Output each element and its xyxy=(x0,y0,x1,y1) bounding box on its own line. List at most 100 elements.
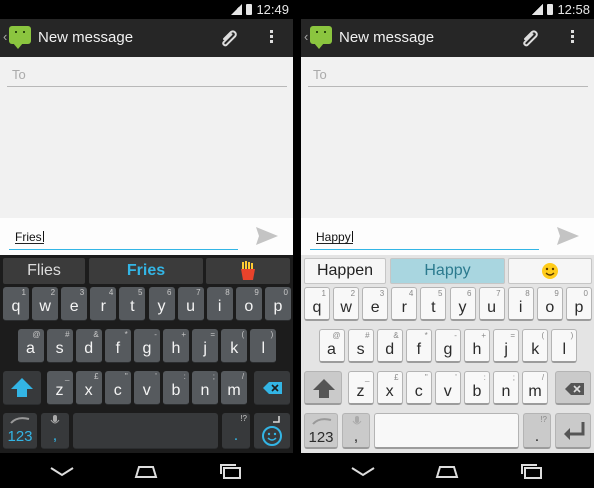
key-t[interactable]: 5t xyxy=(119,287,146,321)
key-h[interactable]: + h xyxy=(163,329,189,363)
key-d[interactable]: & d xyxy=(376,329,403,363)
space-key[interactable] xyxy=(73,413,218,449)
message-input[interactable]: Fries xyxy=(9,222,238,250)
emoji-key[interactable] xyxy=(254,413,290,449)
suggestion-emoji[interactable] xyxy=(508,258,592,284)
key-y[interactable]: 6y xyxy=(148,287,175,321)
key-r[interactable]: 4r xyxy=(391,287,418,321)
symbols-key[interactable]: 123 xyxy=(3,413,37,449)
shift-key[interactable] xyxy=(3,371,41,405)
key-e[interactable]: 3e xyxy=(362,287,389,321)
backspace-icon xyxy=(565,383,584,395)
suggestion-1[interactable]: Happen xyxy=(304,258,386,284)
key-j[interactable]: = j xyxy=(493,329,520,363)
suggestion-2-selected[interactable]: Happy xyxy=(390,258,505,284)
key-l[interactable]: ) l xyxy=(250,329,277,363)
nav-back-icon[interactable] xyxy=(347,462,379,480)
key-x[interactable]: £ x xyxy=(376,371,403,405)
key-j[interactable]: = j xyxy=(192,329,219,363)
key-k[interactable]: (k xyxy=(522,329,549,363)
to-field[interactable]: To xyxy=(308,67,588,87)
key-e[interactable]: 3e xyxy=(61,287,88,321)
key-s[interactable]: # s xyxy=(46,329,73,363)
key-p[interactable]: 0p xyxy=(565,287,592,321)
period-key[interactable]: !?. xyxy=(523,413,551,449)
messaging-app-icon[interactable] xyxy=(9,26,31,49)
key-label: p xyxy=(574,299,584,316)
key-l[interactable]: ) l xyxy=(551,329,578,363)
key-b[interactable]: :b xyxy=(463,371,490,405)
key-f[interactable]: * f xyxy=(405,329,432,363)
key-o[interactable]: 9o xyxy=(235,287,262,321)
key-f[interactable]: * f xyxy=(104,329,131,363)
key-h[interactable]: + h xyxy=(464,329,490,363)
key-n[interactable]: ; n xyxy=(192,371,218,405)
message-input[interactable]: Happy xyxy=(310,222,539,250)
key-o[interactable]: 9o xyxy=(536,287,563,321)
shift-key[interactable] xyxy=(304,371,342,405)
period-key[interactable]: !?. xyxy=(222,413,250,449)
attach-paperclip-icon[interactable] xyxy=(217,26,241,50)
key-m[interactable]: / m xyxy=(221,371,248,405)
key-s[interactable]: # s xyxy=(347,329,374,363)
key-g[interactable]: -g xyxy=(434,329,461,363)
key-i[interactable]: 8i xyxy=(507,287,534,321)
to-placeholder: To xyxy=(313,67,327,82)
send-icon[interactable] xyxy=(255,226,279,246)
key-c[interactable]: " c xyxy=(405,371,432,405)
key-z[interactable]: _ z xyxy=(347,371,374,405)
key-w[interactable]: 2w xyxy=(333,287,360,321)
key-a[interactable]: @ a xyxy=(17,329,44,363)
key-a[interactable]: @ a xyxy=(318,329,345,363)
compose-text: Happy xyxy=(316,230,351,244)
overflow-menu-icon[interactable] xyxy=(262,28,280,48)
attach-paperclip-icon[interactable] xyxy=(518,26,542,50)
messaging-app-icon[interactable] xyxy=(310,26,332,49)
key-hint: 8 xyxy=(525,289,530,298)
nav-home-icon[interactable] xyxy=(431,462,463,480)
space-key[interactable] xyxy=(374,413,519,449)
send-icon[interactable] xyxy=(556,226,580,246)
key-c[interactable]: " c xyxy=(104,371,131,405)
key-q[interactable]: 1q xyxy=(304,287,330,321)
comma-key[interactable]: , xyxy=(41,413,69,449)
key-g[interactable]: -g xyxy=(133,329,160,363)
key-y[interactable]: 6y xyxy=(449,287,476,321)
to-field[interactable]: To xyxy=(7,67,287,87)
backspace-key[interactable] xyxy=(254,371,290,405)
key-p[interactable]: 0p xyxy=(264,287,291,321)
key-u[interactable]: 7u xyxy=(478,287,505,321)
key-w[interactable]: 2w xyxy=(32,287,59,321)
key-z[interactable]: _ z xyxy=(46,371,73,405)
nav-back-icon[interactable] xyxy=(46,462,78,480)
back-chevron-icon[interactable]: ‹ xyxy=(3,29,7,44)
key-d[interactable]: & d xyxy=(75,329,102,363)
key-v[interactable]: ' v xyxy=(133,371,160,405)
back-chevron-icon[interactable]: ‹ xyxy=(304,29,308,44)
key-r[interactable]: 4r xyxy=(90,287,117,321)
key-hint: 7 xyxy=(196,288,201,297)
key-m[interactable]: / m xyxy=(522,371,549,405)
enter-key[interactable] xyxy=(555,413,591,449)
key-label: w xyxy=(340,299,352,316)
key-u[interactable]: 7u xyxy=(177,287,204,321)
nav-home-icon[interactable] xyxy=(130,462,162,480)
comma-label: , xyxy=(52,427,58,444)
nav-recents-icon[interactable] xyxy=(215,462,247,480)
suggestion-emoji[interactable] xyxy=(206,258,290,284)
key-t[interactable]: 5t xyxy=(420,287,447,321)
nav-recents-icon[interactable] xyxy=(516,462,548,480)
symbols-key[interactable]: 123 xyxy=(304,413,338,449)
key-q[interactable]: 1q xyxy=(3,287,29,321)
suggestion-1[interactable]: Flies xyxy=(3,258,85,284)
key-k[interactable]: (k xyxy=(221,329,248,363)
comma-key[interactable]: , xyxy=(342,413,370,449)
overflow-menu-icon[interactable] xyxy=(563,28,581,48)
backspace-key[interactable] xyxy=(555,371,591,405)
key-b[interactable]: :b xyxy=(162,371,189,405)
key-v[interactable]: ' v xyxy=(434,371,461,405)
key-n[interactable]: ; n xyxy=(493,371,519,405)
key-x[interactable]: £ x xyxy=(75,371,102,405)
key-i[interactable]: 8i xyxy=(206,287,233,321)
suggestion-2-selected[interactable]: Fries xyxy=(89,258,203,284)
